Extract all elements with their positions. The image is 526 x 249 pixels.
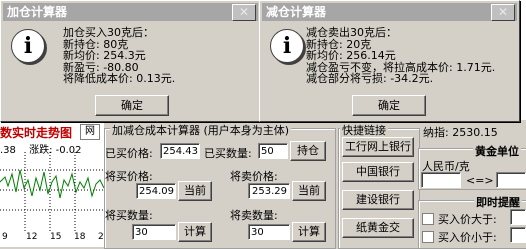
message-line: 新均价: 254.3元 xyxy=(63,49,146,62)
buy-price-input[interactable]: 254.09 xyxy=(136,183,176,199)
info-icon: i xyxy=(270,29,304,63)
buy-below-checkbox[interactable] xyxy=(422,231,434,243)
buy-qty-label: 将买数量: xyxy=(105,209,153,222)
bought-price-input[interactable]: 254.43 xyxy=(160,143,200,159)
buy-price-label: 将买价格: xyxy=(105,170,153,183)
realtime-line-chart xyxy=(0,152,104,232)
buy-below-label: 买入价小于: xyxy=(438,231,497,244)
buy-above-label: 买入价大于: xyxy=(438,213,497,226)
tick-label: 9 xyxy=(2,232,8,242)
message-line: 减仓卖出30克后： xyxy=(306,26,397,39)
gold-unit-title: 黄金单位 xyxy=(473,143,521,159)
sell-qty-label: 将卖数量: xyxy=(230,209,278,222)
sell-qty-input[interactable]: 30 xyxy=(248,224,290,240)
close-icon[interactable]: ✕ xyxy=(491,4,515,21)
bought-price-label: 已买价格: xyxy=(105,147,153,160)
bank-of-china-button[interactable]: 中国银行 xyxy=(342,162,414,182)
sell-price-input[interactable]: 253.29 xyxy=(248,183,290,199)
paper-gold-button[interactable]: 纸黄金交 xyxy=(342,218,414,238)
tick-label: 18 xyxy=(74,232,86,242)
construction-bank-button[interactable]: 建设银行 xyxy=(342,190,414,210)
add-position-message: 加仓买入30克后： 新持仓: 80克 新均价: 254.3元 新盈亏: -80.… xyxy=(63,27,175,85)
sell-price-label: 将卖价格: xyxy=(230,170,278,183)
converted-input[interactable] xyxy=(496,172,526,188)
message-line: 新均价: 256.14元 xyxy=(306,49,396,62)
icbc-bank-button[interactable]: 工行网上银行 xyxy=(342,137,414,157)
instant-alert-title: 即时提醒 xyxy=(474,194,522,210)
buy-current-button[interactable]: 当前 xyxy=(178,181,212,201)
message-line: 加仓买入30克后： xyxy=(63,26,154,39)
bought-qty-input[interactable]: 50 xyxy=(258,143,288,159)
ok-button[interactable]: 确定 xyxy=(352,95,426,116)
sell-current-button[interactable]: 当前 xyxy=(292,181,326,201)
calculator-title: 加减仓成本计算器 (用户本身为主体) xyxy=(110,122,292,138)
tick-label: 12 xyxy=(26,232,38,242)
buy-calculate-button[interactable]: 计算 xyxy=(178,222,212,242)
add-position-dialog: 加仓计算器 ✕ i 加仓买入30克后： 新持仓: 80克 新均价: 254.3元… xyxy=(0,0,261,122)
buy-above-checkbox[interactable] xyxy=(422,213,434,225)
buy-above-input[interactable] xyxy=(510,209,526,225)
quick-links-title: 快捷链接 xyxy=(340,122,388,138)
nasdaq-index: 纳指: 2530.15 xyxy=(423,126,498,139)
ok-button[interactable]: 确定 xyxy=(95,95,169,116)
message-line: 将降低成本价: 0.13元. xyxy=(63,72,176,85)
reduce-position-message: 减仓卖出30克后： 新持仓: 20克 新均价: 256.14元 减仓盈亏不变，将… xyxy=(306,27,495,85)
swap-arrow-icon: <=> xyxy=(466,174,494,187)
add-position-dialog-title: 加仓计算器 xyxy=(3,3,258,21)
close-icon[interactable]: ✕ xyxy=(232,4,256,21)
info-icon: i xyxy=(11,29,45,63)
sell-calculate-button[interactable]: 计算 xyxy=(292,222,326,242)
rmb-gram-input[interactable] xyxy=(421,172,461,188)
tick-label: 15 xyxy=(50,232,62,242)
buy-qty-input[interactable]: 30 xyxy=(132,224,176,240)
reduce-position-dialog-title: 减仓计算器 xyxy=(262,3,517,21)
position-button[interactable]: 持仓 xyxy=(290,141,326,161)
web-button[interactable]: 网 xyxy=(80,124,100,140)
buy-below-input[interactable] xyxy=(510,227,526,243)
bought-qty-label: 已买数量: xyxy=(204,147,252,160)
realtime-chart-title: 数实时走势图 xyxy=(0,126,73,140)
message-line: 减仓部分将亏损: -34.2元. xyxy=(306,72,434,85)
tick-label: 2 xyxy=(98,232,104,242)
price-line xyxy=(0,169,104,199)
reduce-position-dialog: 减仓计算器 ✕ i 减仓卖出30克后： 新持仓: 20克 新均价: 256.14… xyxy=(259,0,520,122)
